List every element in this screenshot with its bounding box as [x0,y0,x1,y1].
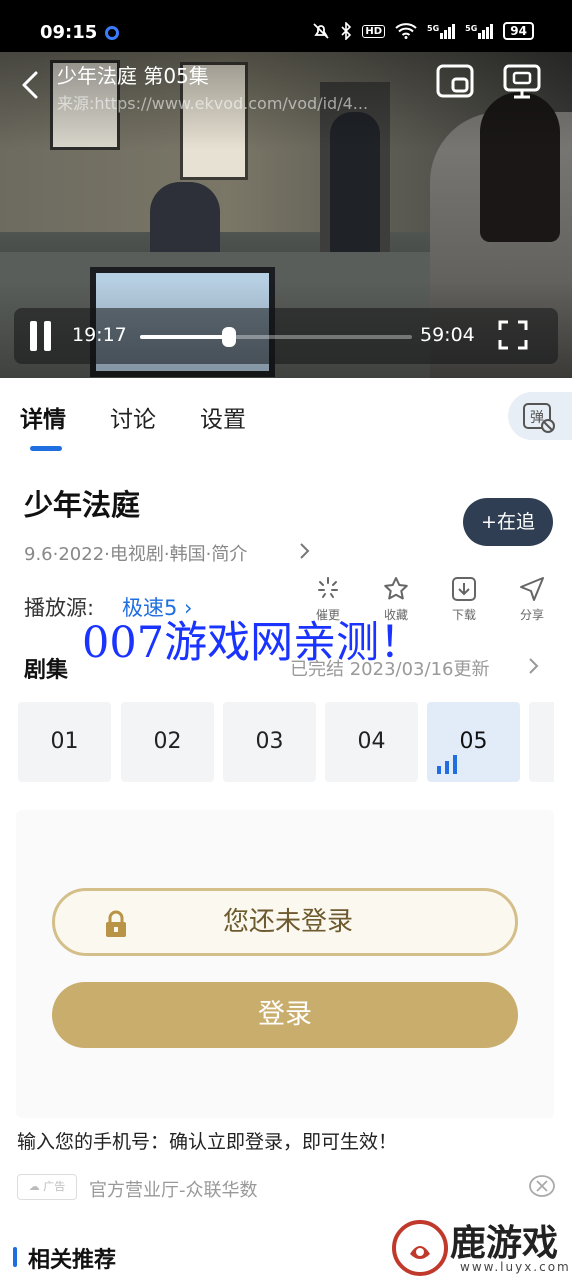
star-icon [384,577,408,600]
video-source-url: 来源:https://www.ekvod.com/vod/id/4... [57,94,369,113]
status-icons: HD 5G 5G 94 [312,22,534,40]
fullscreen-icon[interactable] [498,320,528,350]
back-icon[interactable] [16,70,46,100]
chevron-right-icon[interactable] [527,656,541,676]
episode-item[interactable]: 01 [18,702,111,782]
brand-watermark: 鹿游戏 www.luyx.com [388,1212,572,1279]
progress-fill [140,335,229,339]
player-control-bar: 19:17 59:04 [14,308,558,364]
share-icon [520,577,544,601]
active-tab-indicator [30,446,62,451]
tab-settings[interactable]: 设置 [200,400,246,434]
video-title: 少年法庭 第05集 [57,64,209,88]
urge-icon [318,577,338,598]
deer-logo-icon [392,1220,448,1276]
wifi-icon [395,23,417,39]
episode-item-active[interactable]: 05 [427,702,520,782]
tv-cast-icon[interactable] [502,64,542,100]
episode-item[interactable]: 04 [325,702,418,782]
share-label: 分享 [519,608,544,622]
show-title: 少年法庭 [24,488,141,522]
picture-in-picture-icon[interactable] [436,64,474,98]
danmaku-toggle-button[interactable]: 弹 [508,392,572,440]
network-type: 5G [427,23,440,33]
episodes-title: 剧集 [24,658,69,683]
download-label: 下载 [451,608,476,622]
ad-advertiser: 官方营业厅-众联华数 [89,1180,258,1201]
progress-slider[interactable] [140,327,412,347]
tab-discussion[interactable]: 讨论 [110,400,156,434]
episode-item[interactable]: 02 [121,702,214,782]
network-type-2: 5G [465,23,478,33]
episode-item-partial[interactable] [529,702,554,782]
status-time: 09:15 [40,22,98,43]
signal-icon-2: 5G [465,23,494,39]
login-hint-text: 您还未登录 [222,907,353,937]
episode-item[interactable]: 03 [223,702,316,782]
ad-badge-label: 广告 [43,1180,66,1193]
danmaku-off-icon: 弹 [523,403,555,433]
signal-icon: 5G [427,23,456,39]
show-meta[interactable]: 9.6·2022·电视剧·韩国·简介 [24,540,247,566]
login-hint-banner: 您还未登录 [52,888,518,956]
playing-bars-icon [437,755,457,774]
ad-text[interactable]: 输入您的手机号：确认立即登录，即可生效！ [17,1127,397,1154]
duration: 59:04 [420,324,475,346]
login-button[interactable]: 登录 [52,982,518,1048]
tab-details[interactable]: 详情 [20,400,66,434]
brand-name: 鹿游戏 [450,1222,559,1264]
brand-url: www.luyx.com [460,1260,571,1274]
section-marker [13,1247,17,1267]
ad-row[interactable]: ☁ 广告 官方营业厅-众联华数 [17,1172,557,1204]
share-button[interactable]: 分享 [506,575,558,623]
status-bar: 09:15 HD 5G 5G 94 [0,0,572,52]
current-time: 19:17 [72,324,127,346]
download-icon [452,577,476,601]
follow-button[interactable]: +在追 [463,498,553,546]
close-icon[interactable] [528,1174,556,1198]
login-card: 您还未登录 登录 [16,810,554,1118]
progress-knob[interactable] [221,327,236,347]
download-button[interactable]: 下载 [438,575,490,623]
app-notification-icon [105,26,119,40]
episodes-status[interactable]: 已完结 2023/03/16更新 [290,655,489,681]
hd-icon: HD [362,24,386,38]
detail-tabs: 详情 讨论 设置 弹 [0,378,572,456]
video-player[interactable]: 少年法庭 第05集 来源:https://www.ekvod.com/vod/i… [0,52,572,378]
bluetooth-icon [341,22,352,40]
episode-number: 05 [459,729,488,754]
episode-list: 01 02 03 04 05 [18,702,554,784]
related-title: 相关推荐 [28,1248,117,1273]
ad-badge: ☁ 广告 [17,1174,77,1200]
chevron-right-icon[interactable] [298,541,312,561]
mute-icon [313,23,329,39]
pause-button[interactable] [30,321,52,351]
battery-indicator: 94 [503,22,534,40]
